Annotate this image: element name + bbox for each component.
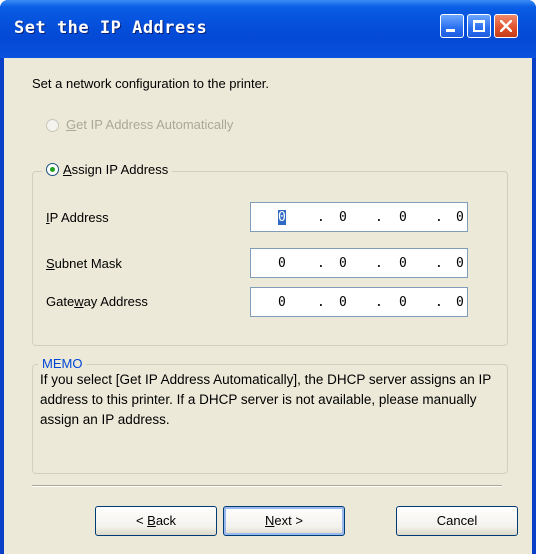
title-bar[interactable]: Set the IP Address <box>0 0 536 58</box>
next-button[interactable]: Next > <box>223 506 345 536</box>
maximize-button[interactable] <box>467 14 491 38</box>
button-separator <box>32 485 502 487</box>
minimize-button[interactable] <box>440 14 464 38</box>
ip-octet-2[interactable]: 0 <box>339 210 347 225</box>
cancel-button[interactable]: Cancel <box>396 506 518 536</box>
ip-address-label: IP Address <box>46 210 109 225</box>
memo-text: If you select [Get IP Address Automatica… <box>40 372 491 427</box>
gateway-address-input[interactable]: 0 . 0 . 0 . 0 <box>250 287 468 317</box>
ip-octet-4[interactable]: 0 <box>456 210 464 225</box>
subnet-octet-3[interactable]: 0 <box>399 256 407 271</box>
auto-ip-label: Get IP Address Automatically <box>66 117 234 132</box>
ip-octet-3[interactable]: 0 <box>399 210 407 225</box>
gateway-octet-4[interactable]: 0 <box>456 295 464 310</box>
back-button[interactable]: < Back <box>95 506 217 536</box>
subnet-mask-input[interactable]: 0 . 0 . 0 . 0 <box>250 248 468 278</box>
gateway-octet-1[interactable]: 0 <box>278 295 286 310</box>
subnet-octet-2[interactable]: 0 <box>339 256 347 271</box>
dialog-body: Set a network configuration to the print… <box>4 58 532 554</box>
close-icon <box>500 20 512 32</box>
auto-ip-radio[interactable] <box>46 119 59 132</box>
ip-octet-1[interactable]: 0 <box>278 210 286 225</box>
assign-ip-label: Assign IP Address <box>63 162 169 177</box>
gateway-octet-2[interactable]: 0 <box>339 295 347 310</box>
assign-ip-radio[interactable] <box>46 163 59 176</box>
subnet-octet-1[interactable]: 0 <box>278 256 286 271</box>
subnet-octet-4[interactable]: 0 <box>456 256 464 271</box>
subnet-mask-label: Subnet Mask <box>46 256 122 271</box>
gateway-address-label: Gateway Address <box>46 294 148 309</box>
intro-text: Set a network configuration to the print… <box>32 76 270 91</box>
close-button[interactable] <box>494 14 518 38</box>
memo-title: MEMO <box>38 356 87 371</box>
dialog-window: Set the IP Address Set a network configu… <box>0 0 536 554</box>
window-title: Set the IP Address <box>14 18 208 38</box>
gateway-octet-3[interactable]: 0 <box>399 295 407 310</box>
assign-ip-legend[interactable]: Assign IP Address <box>42 162 173 177</box>
ip-address-input[interactable]: 0 . 0 . 0 . 0 <box>250 202 468 232</box>
